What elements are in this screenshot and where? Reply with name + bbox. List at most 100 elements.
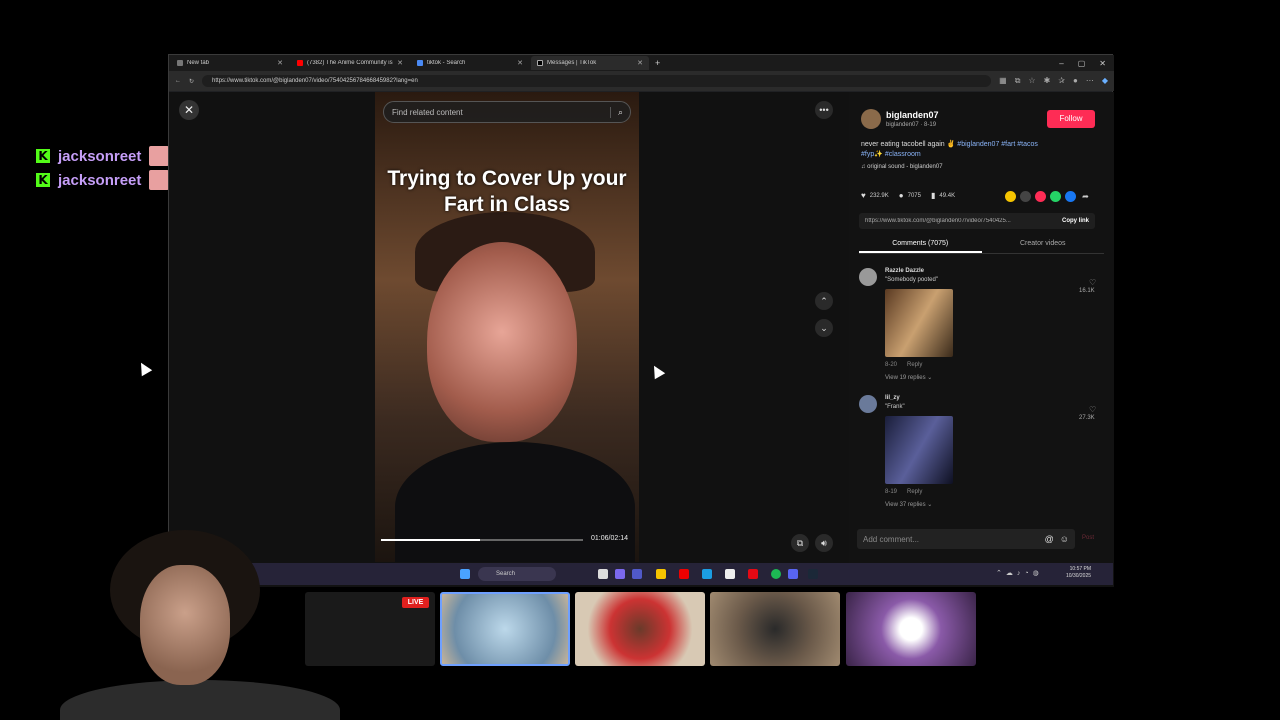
favorites-icon[interactable]: ✰	[1058, 76, 1065, 86]
comment-button[interactable]: ● 7075	[899, 191, 921, 200]
floating-player-icon[interactable]: ⧉	[791, 534, 809, 552]
grid-icon[interactable]: ▦	[999, 76, 1007, 86]
search-related-field[interactable]: Find related content ⌕	[383, 101, 631, 123]
reply-button[interactable]: Reply	[907, 362, 922, 368]
details-pane: biglanden07 biglanden07 · 8-19 Follow ne…	[849, 92, 1114, 587]
comment-placeholder: Add comment...	[863, 534, 920, 544]
close-window-icon[interactable]: ✕	[1099, 59, 1106, 68]
more-icon[interactable]: ⋯	[1086, 76, 1094, 86]
save-button[interactable]: ▮ 49.4K	[931, 191, 955, 200]
more-options-icon[interactable]: •••	[815, 101, 833, 119]
comment-image[interactable]	[885, 416, 953, 484]
taskbar-search[interactable]: Search	[478, 567, 556, 581]
file-explorer-icon[interactable]	[656, 569, 666, 579]
embed-icon[interactable]	[1020, 191, 1031, 202]
view-replies-button[interactable]: View 37 replies ⌄	[885, 501, 932, 508]
comment-icon: ●	[898, 191, 904, 200]
heart-icon[interactable]: ♡	[1089, 278, 1096, 287]
tab-tiktok-messages[interactable]: Messages | TikTok ✕	[531, 56, 649, 70]
close-icon[interactable]: ✕	[277, 59, 283, 67]
tab-comments[interactable]: Comments (7075)	[859, 236, 982, 253]
copilot-icon[interactable]	[615, 569, 625, 579]
commenter-avatar[interactable]	[859, 395, 877, 413]
share-icon[interactable]: ➦	[1080, 191, 1091, 202]
comment-count: 7075	[907, 192, 921, 199]
repost-icon[interactable]	[1005, 191, 1016, 202]
add-comment-field[interactable]: Add comment... @ ☺	[857, 529, 1075, 549]
comment-date: 8-19	[885, 489, 898, 495]
extensions-icon[interactable]: ✱	[1044, 76, 1051, 86]
follow-button[interactable]: Follow	[1047, 110, 1095, 128]
close-icon[interactable]: ✕	[179, 100, 199, 120]
task-view-icon[interactable]	[598, 569, 608, 579]
store-icon[interactable]	[725, 569, 735, 579]
copy-link-button[interactable]: Copy link	[1056, 218, 1095, 224]
video-caption: Trying to Cover Up your Fart in Class	[387, 167, 627, 216]
hashtags[interactable]: #fyp✨ #classroom	[861, 151, 921, 158]
taskbar-clock[interactable]: 10:57 PM 10/30/2025	[1066, 566, 1091, 580]
author-name[interactable]: biglanden07	[886, 110, 939, 120]
commenter-name[interactable]: lil_zy	[885, 395, 900, 401]
profile-icon[interactable]: ●	[1073, 76, 1078, 86]
like-button[interactable]: ♥ 232.9K	[861, 191, 889, 200]
volume-icon[interactable]: 🔊︎	[815, 534, 833, 552]
hashtags[interactable]: #biglanden07 #fart #tacos	[957, 141, 1038, 148]
commenter-avatar[interactable]	[859, 268, 877, 286]
teams-icon[interactable]	[632, 569, 642, 579]
star-icon[interactable]: ☆	[1028, 76, 1035, 86]
video-progress-bar[interactable]	[381, 539, 583, 541]
comment-image[interactable]	[885, 289, 953, 357]
steam-icon[interactable]	[808, 569, 818, 579]
post-comment-button[interactable]: Post	[1082, 535, 1094, 541]
tab-label: tiktok - Search	[427, 60, 466, 66]
post-link[interactable]: https://www.tiktok.com/@biglanden07/vide…	[865, 218, 1056, 224]
discord-icon[interactable]	[788, 569, 798, 579]
mention-icon[interactable]: @	[1045, 534, 1060, 544]
youtube-icon	[297, 60, 303, 66]
tab-search[interactable]: tiktok - Search ✕	[411, 56, 529, 70]
search-icon[interactable]: ⌕	[610, 106, 630, 118]
copilot-icon[interactable]: ◆	[1102, 76, 1108, 86]
send-icon[interactable]	[1035, 191, 1046, 202]
url-field[interactable]: https://www.tiktok.com/@biglanden07/vide…	[202, 75, 992, 87]
tab-new-tab[interactable]: New tab ✕	[171, 56, 289, 70]
stream-layout: K jacksonreet K jacksonreet New tab ✕ (7…	[0, 0, 1280, 720]
video-player[interactable]: Find related content ⌕ Trying to Cover U…	[375, 92, 639, 562]
read-icon[interactable]: ⧉	[1015, 76, 1021, 86]
youtube-icon[interactable]	[679, 569, 689, 579]
commenter-name[interactable]: Razzle Dazzle	[885, 268, 924, 274]
heart-icon: ♥	[861, 191, 866, 200]
chevron-up-icon[interactable]: ⌃	[815, 292, 833, 310]
edge-icon[interactable]	[702, 569, 712, 579]
emoji-icon[interactable]: ☺	[1060, 534, 1075, 544]
heart-icon[interactable]: ♡	[1089, 405, 1096, 414]
view-replies-button[interactable]: View 19 replies ⌄	[885, 374, 932, 381]
tab-label: New tab	[187, 60, 210, 66]
close-icon[interactable]: ✕	[397, 59, 403, 67]
stream-thumbnail[interactable]	[846, 592, 976, 666]
close-icon[interactable]: ✕	[517, 59, 523, 67]
reply-button[interactable]: Reply	[907, 489, 922, 495]
author-avatar[interactable]	[861, 109, 881, 129]
netflix-icon[interactable]	[748, 569, 758, 579]
close-icon[interactable]: ✕	[637, 59, 643, 67]
tab-creator-videos[interactable]: Creator videos	[982, 236, 1105, 253]
chevron-down-icon[interactable]: ⌄	[815, 319, 833, 337]
mouse-cursor-icon	[135, 359, 153, 377]
facebook-icon[interactable]	[1065, 191, 1076, 202]
system-tray[interactable]: ⌃☁♪◔◍	[996, 569, 1043, 577]
clock-time: 10:57 PM	[1069, 566, 1092, 572]
tab-youtube[interactable]: (7382) The Anime Community is t... ✕	[291, 56, 409, 70]
reload-icon[interactable]: ↻	[189, 78, 194, 85]
stream-thumbnail[interactable]	[575, 592, 705, 666]
back-icon[interactable]: ←	[175, 78, 181, 84]
new-tab-button[interactable]: +	[649, 58, 660, 68]
maximize-icon[interactable]: ▢	[1078, 59, 1086, 68]
windows-start-icon[interactable]	[460, 569, 470, 579]
sound-link[interactable]: ♫ original sound - biglanden07	[861, 164, 943, 170]
stream-thumbnail[interactable]	[710, 592, 840, 666]
spotify-icon[interactable]	[771, 569, 781, 579]
minimize-icon[interactable]: –	[1059, 59, 1063, 68]
whatsapp-icon[interactable]	[1050, 191, 1061, 202]
stream-thumbnail[interactable]	[440, 592, 570, 666]
